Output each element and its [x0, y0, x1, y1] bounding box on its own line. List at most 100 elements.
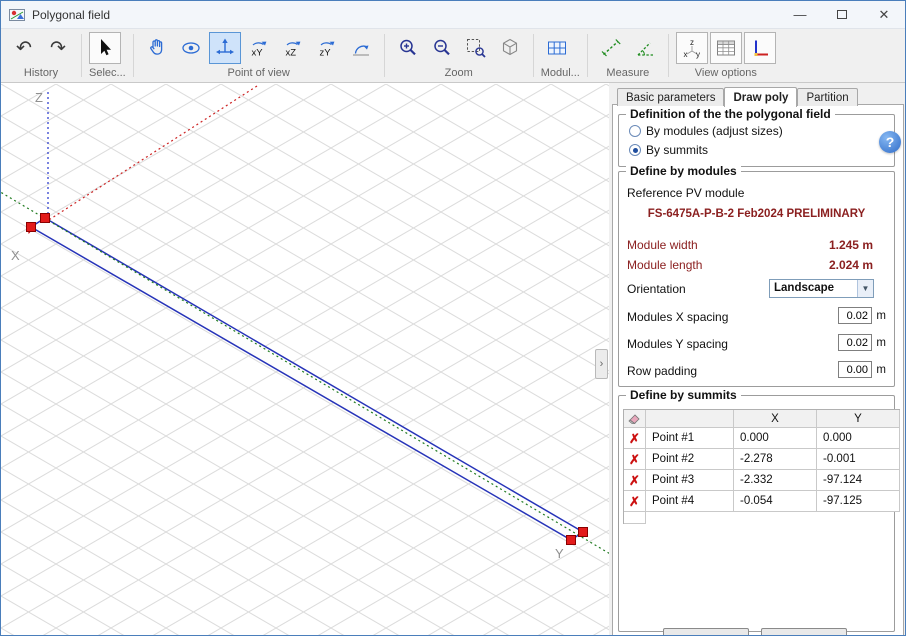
axes-labels-toggle[interactable]: z x y: [676, 32, 708, 64]
clear-all-button[interactable]: [624, 410, 646, 428]
zoom-in-button[interactable]: [392, 32, 424, 64]
toolbar-group-modules: Modul...: [534, 29, 587, 82]
point-4-y-cell[interactable]: -97.125: [817, 491, 900, 512]
modules-x-spacing-input[interactable]: [838, 307, 872, 324]
module-length-value: 2.024 m: [829, 258, 873, 272]
zoom-extents-button[interactable]: [494, 32, 526, 64]
measure-angle-icon: [634, 37, 656, 59]
translate-view-button[interactable]: [209, 32, 241, 64]
delete-point-2-button[interactable]: ✗: [624, 449, 646, 470]
delete-icon: ✗: [629, 453, 640, 466]
panel-collapse-button[interactable]: ›: [595, 349, 608, 379]
axes-l-icon: [749, 37, 771, 59]
measure-distance-button[interactable]: [595, 32, 627, 64]
measure-angle-button[interactable]: [629, 32, 661, 64]
delete-icon: ✗: [629, 432, 640, 445]
summit-handle-1[interactable]: [27, 223, 36, 232]
toolbar: ↶ ↷ History Selec...: [1, 29, 905, 83]
modules-group-label: Modul...: [541, 67, 580, 80]
undo-icon: ↶: [16, 39, 32, 58]
window-title: Polygonal field: [32, 8, 110, 22]
summit-handle-4[interactable]: [567, 536, 576, 545]
pan-hand-button[interactable]: [141, 32, 173, 64]
translate-arrows-icon: [214, 37, 236, 59]
radio-by-modules[interactable]: By modules (adjust sizes): [629, 124, 783, 138]
draw-poly-tabpage: Definition of the the polygonal field By…: [612, 104, 904, 636]
tilt-icon: [350, 37, 372, 59]
axes-labels-icon: z x y: [681, 37, 703, 59]
delete-icon: ✗: [629, 495, 640, 508]
define-by-summits-groupbox: Define by summits X Y ✗ Point #1 0.000 0: [618, 395, 895, 632]
modules-button[interactable]: [541, 32, 573, 64]
rotate-xz-button[interactable]: xZ: [277, 32, 309, 64]
define-by-summits-title: Define by summits: [626, 388, 741, 402]
tab-partition[interactable]: Partition: [797, 88, 857, 106]
zoom-out-button[interactable]: [426, 32, 458, 64]
select-group-label: Selec...: [89, 67, 126, 80]
minimize-button[interactable]: —: [779, 1, 821, 28]
summit-handle-3[interactable]: [579, 528, 588, 537]
maximize-button[interactable]: [821, 1, 863, 28]
measure-group-label: Measure: [595, 67, 661, 80]
grid-toggle[interactable]: [710, 32, 742, 64]
close-icon: ✕: [879, 7, 890, 23]
modules-x-spacing-label: Modules X spacing: [627, 310, 728, 324]
rotate-xy-button[interactable]: xY: [243, 32, 275, 64]
empty-row-stub: [624, 512, 646, 524]
polygonal-field-window: Polygonal field — ✕ ↶ ↷ History: [0, 0, 906, 636]
tab-strip: Basic parameters Draw poly Partition: [617, 86, 858, 106]
bottom-button-stub[interactable]: [761, 628, 847, 636]
bottom-button-stub[interactable]: [663, 628, 749, 636]
point-2-name: Point #2: [646, 449, 734, 470]
minimize-icon: —: [794, 7, 807, 22]
axis-label-x: X: [11, 248, 20, 263]
close-button[interactable]: ✕: [863, 1, 905, 28]
delete-point-1-button[interactable]: ✗: [624, 428, 646, 449]
point-2-x-cell[interactable]: -2.278: [734, 449, 817, 470]
point-3-y-cell[interactable]: -97.124: [817, 470, 900, 491]
tab-draw-poly[interactable]: Draw poly: [724, 87, 797, 107]
point-1-y-cell[interactable]: 0.000: [817, 428, 900, 449]
rotate-zy-icon: zY: [316, 37, 338, 59]
define-by-modules-groupbox: Define by modules Reference PV module FS…: [618, 171, 895, 387]
modules-x-spacing-unit: m: [876, 310, 886, 322]
radio-circle: [629, 125, 641, 137]
svg-text:xY: xY: [251, 48, 263, 59]
look-around-button[interactable]: [175, 32, 207, 64]
zoom-selection-button[interactable]: [460, 32, 492, 64]
modules-y-spacing-label: Modules Y spacing: [627, 337, 728, 351]
tilt-view-button[interactable]: [345, 32, 377, 64]
rotate-xz-icon: xZ: [282, 37, 304, 59]
radio-by-summits[interactable]: By summits: [629, 143, 708, 157]
delete-point-4-button[interactable]: ✗: [624, 491, 646, 512]
svg-text:zY: zY: [319, 48, 331, 59]
point-2-y-cell[interactable]: -0.001: [817, 449, 900, 470]
delete-point-3-button[interactable]: ✗: [624, 470, 646, 491]
select-button[interactable]: [89, 32, 121, 64]
modules-y-spacing-input[interactable]: [838, 334, 872, 351]
axes-toggle[interactable]: [744, 32, 776, 64]
orientation-select[interactable]: Landscape ▼: [769, 279, 874, 298]
grid-icon: [715, 37, 737, 59]
redo-button[interactable]: ↷: [42, 32, 74, 64]
undo-button[interactable]: ↶: [8, 32, 40, 64]
radio-circle: [629, 144, 641, 156]
tab-basic-parameters[interactable]: Basic parameters: [617, 88, 724, 106]
help-button[interactable]: ?: [879, 131, 901, 153]
module-width-label: Module width: [627, 238, 698, 252]
point-1-x-cell[interactable]: 0.000: [734, 428, 817, 449]
row-padding-input[interactable]: [838, 361, 872, 378]
point-4-x-cell[interactable]: -0.054: [734, 491, 817, 512]
scene-canvas[interactable]: Z X Y: [1, 84, 609, 636]
summits-col-name-header: [646, 410, 734, 428]
svg-text:xZ: xZ: [285, 48, 296, 59]
point-3-x-cell[interactable]: -2.332: [734, 470, 817, 491]
toolbar-group-pov: xY xZ zY: [134, 29, 384, 82]
summit-handle-2[interactable]: [41, 214, 50, 223]
reference-pv-module-value: FS-6475A-P-B-2 Feb2024 PRELIMINARY: [619, 208, 894, 220]
toolbar-group-select: Selec...: [82, 29, 133, 82]
rotate-zy-button[interactable]: zY: [311, 32, 343, 64]
hand-icon: [146, 37, 168, 59]
axis-label-y: Y: [555, 546, 564, 561]
viewport[interactable]: Z X Y: [1, 84, 609, 636]
